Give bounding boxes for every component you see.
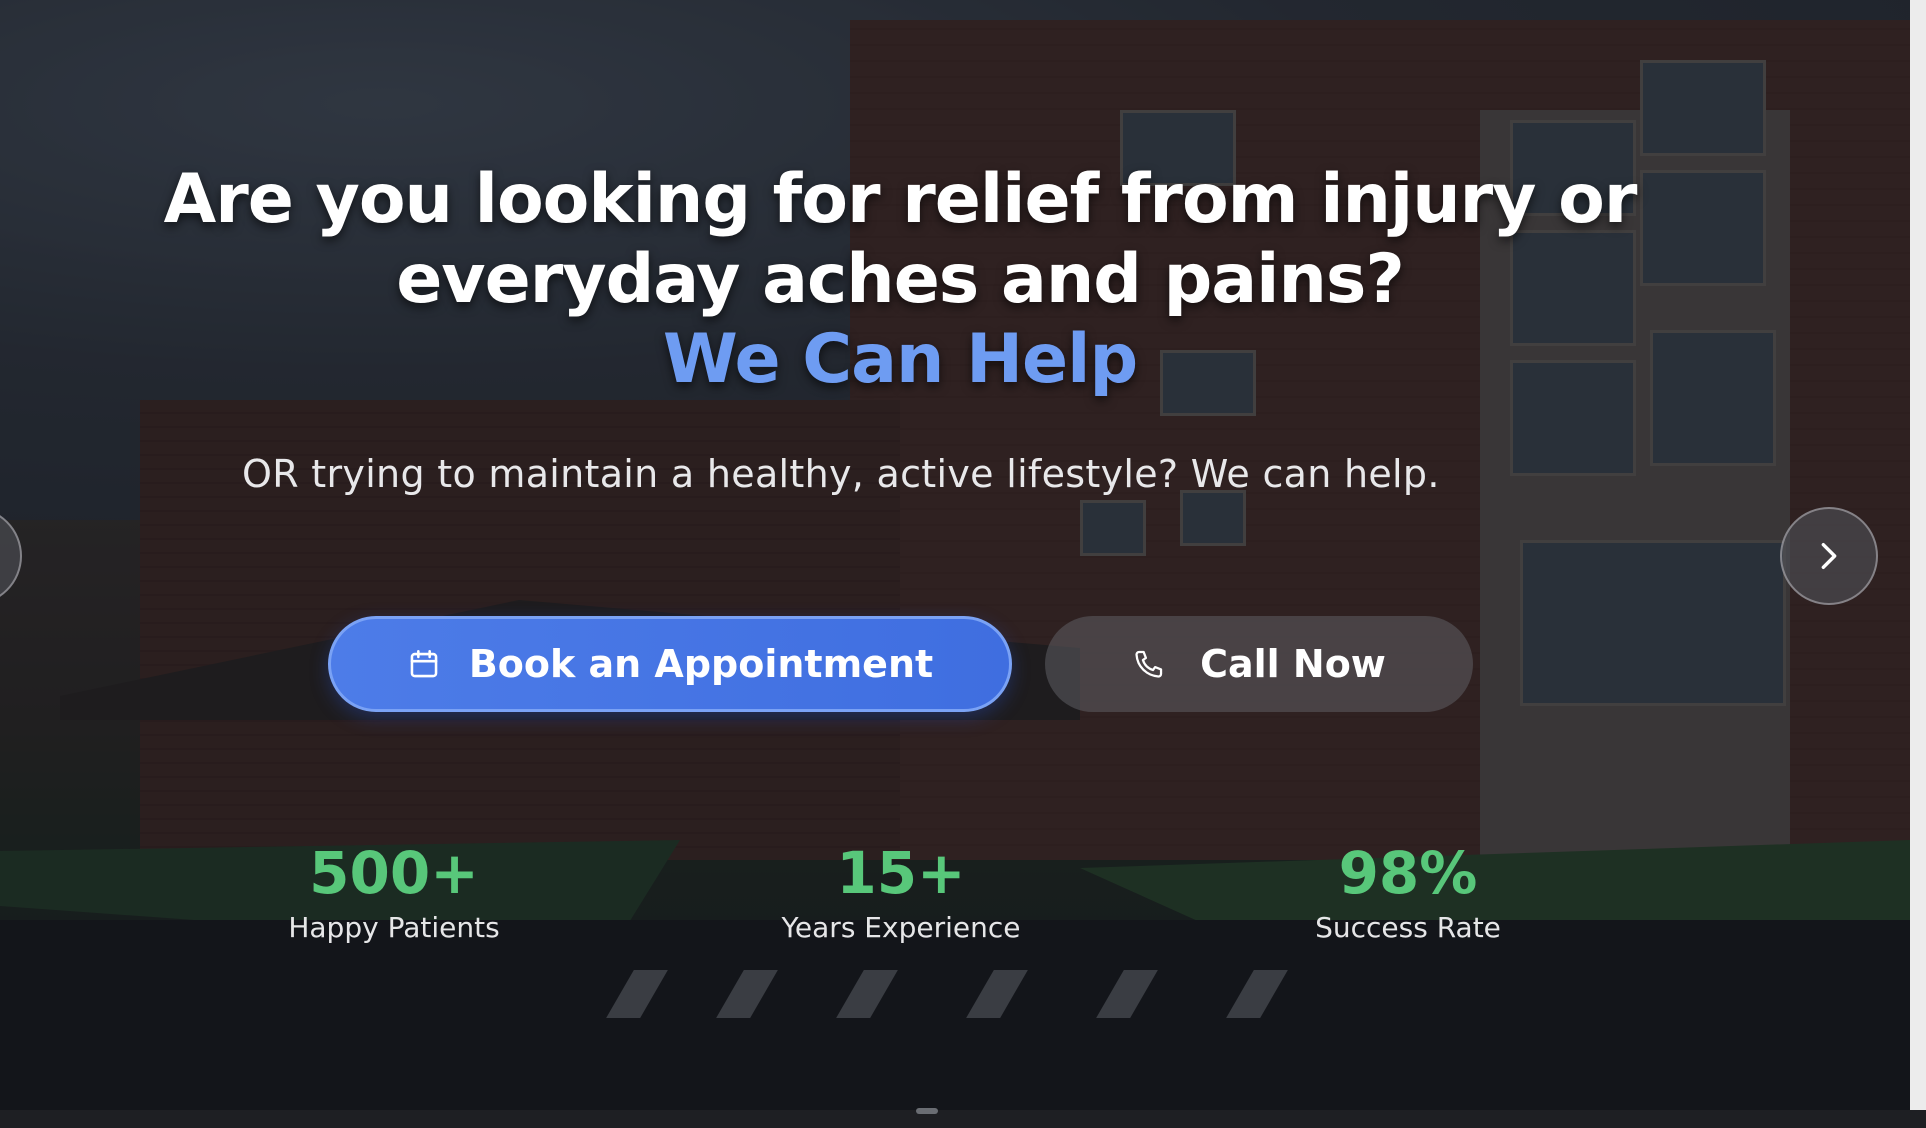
book-appointment-label: Book an Appointment (468, 642, 934, 686)
headline-line-1: Are you looking for relief from injury o… (163, 160, 1638, 239)
page-scrollbar-track (1910, 0, 1926, 1128)
carousel-indicator-dot[interactable] (916, 1108, 938, 1114)
hero-section: Are you looking for relief from injury o… (0, 0, 1910, 1110)
calendar-icon (407, 647, 441, 681)
stat-value: 98% (1338, 839, 1478, 907)
headline-line-2: everyday aches and pains? (396, 240, 1405, 319)
carousel-next-button[interactable] (1780, 507, 1878, 605)
stat-years-experience: 15+ Years Experience (721, 838, 1081, 948)
call-now-button[interactable]: Call Now (1045, 616, 1473, 712)
phone-icon (1132, 647, 1166, 681)
stat-value: 500+ (309, 839, 479, 907)
stat-value: 15+ (836, 839, 966, 907)
call-now-label: Call Now (1200, 642, 1386, 686)
stat-success-rate: 98% Success Rate (1228, 838, 1588, 948)
book-appointment-button[interactable]: Book an Appointment (328, 616, 1012, 712)
page-bottom-edge (0, 1110, 1926, 1128)
stat-label: Happy Patients (288, 911, 500, 944)
hero-headline: Are you looking for relief from injury o… (120, 160, 1680, 400)
stat-label: Years Experience (781, 911, 1021, 944)
stat-label: Success Rate (1315, 911, 1501, 944)
stat-happy-patients: 500+ Happy Patients (214, 838, 574, 948)
headline-accent: We Can Help (662, 320, 1138, 399)
chevron-right-icon (1812, 539, 1846, 573)
hero-subtitle: OR trying to maintain a healthy, active … (242, 452, 1440, 496)
